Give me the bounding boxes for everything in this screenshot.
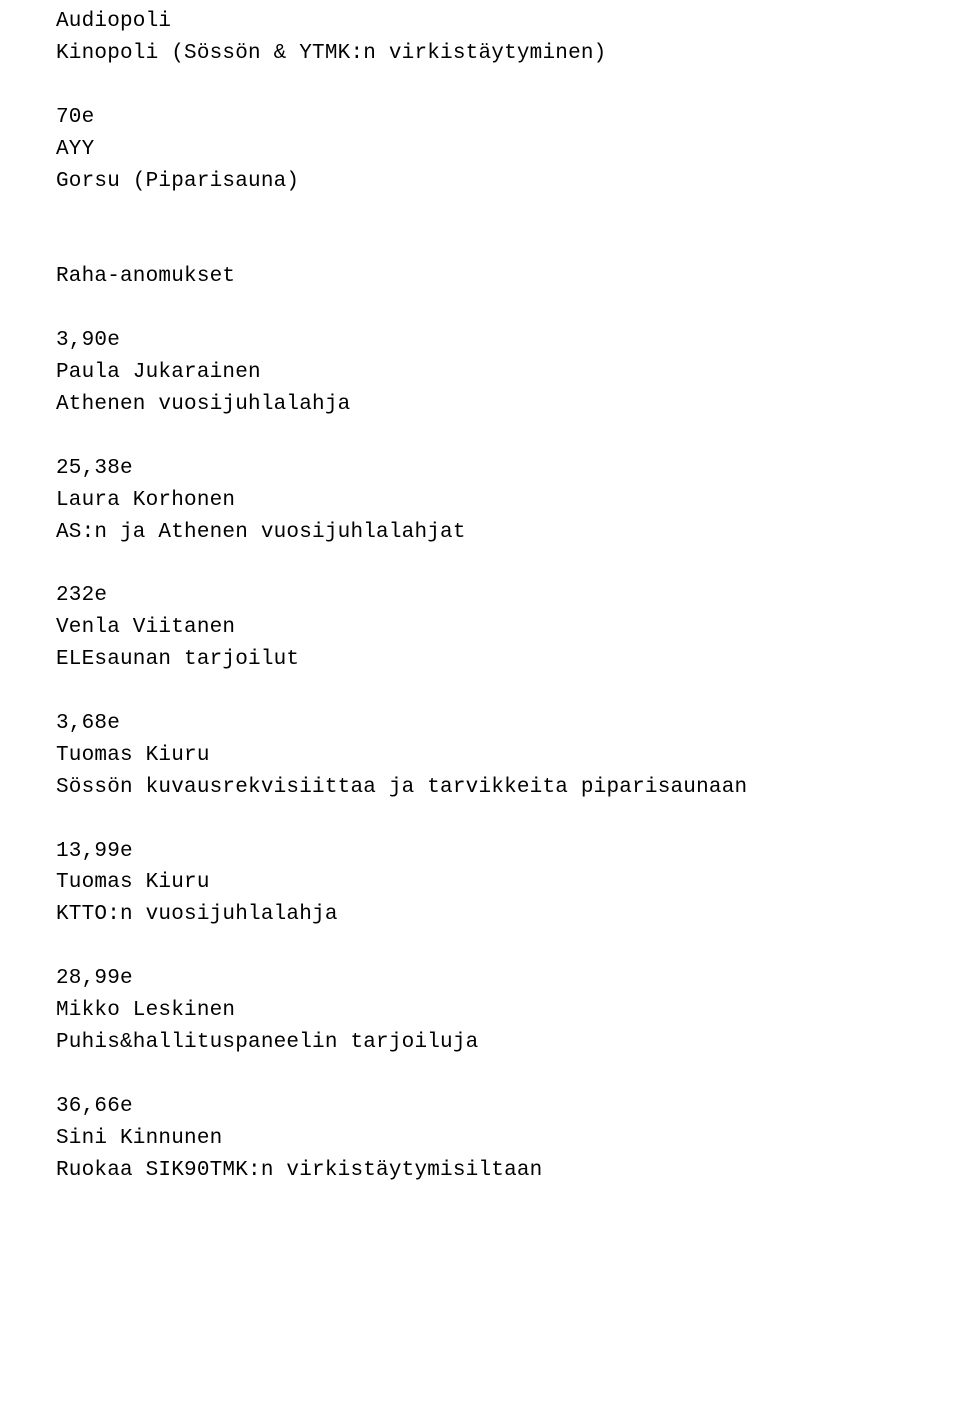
line: AS:n ja Athenen vuosijuhlalahjat <box>56 521 466 544</box>
line: Kinopoli (Sössön & YTMK:n virkistäytymin… <box>56 42 607 65</box>
line: 36,66e <box>56 1095 133 1118</box>
line: AYY <box>56 138 94 161</box>
line: Puhis&hallituspaneelin tarjoiluja <box>56 1031 478 1054</box>
line: 13,99e <box>56 840 133 863</box>
line: Gorsu (Piparisauna) <box>56 170 299 193</box>
line: 3,90e <box>56 329 120 352</box>
line: 70e <box>56 106 94 129</box>
line: Venla Viitanen <box>56 616 235 639</box>
line: Sini Kinnunen <box>56 1127 222 1150</box>
line: Sössön kuvausrekvisiittaa ja tarvikkeita… <box>56 776 747 799</box>
line: 28,99e <box>56 967 133 990</box>
document-body: Audiopoli Kinopoli (Sössön & YTMK:n virk… <box>0 0 960 1187</box>
line: Audiopoli <box>56 10 171 33</box>
line: Athenen vuosijuhlalahja <box>56 393 350 416</box>
line: Laura Korhonen <box>56 489 235 512</box>
line: Tuomas Kiuru <box>56 744 210 767</box>
line: 25,38e <box>56 457 133 480</box>
line: 3,68e <box>56 712 120 735</box>
line: KTTO:n vuosijuhlalahja <box>56 903 338 926</box>
line: Raha-anomukset <box>56 265 235 288</box>
line: 232e <box>56 584 107 607</box>
line: Mikko Leskinen <box>56 999 235 1022</box>
line: ELEsaunan tarjoilut <box>56 648 299 671</box>
line: Paula Jukarainen <box>56 361 261 384</box>
line: Ruokaa SIK90TMK:n virkistäytymisiltaan <box>56 1159 542 1182</box>
line: Tuomas Kiuru <box>56 871 210 894</box>
